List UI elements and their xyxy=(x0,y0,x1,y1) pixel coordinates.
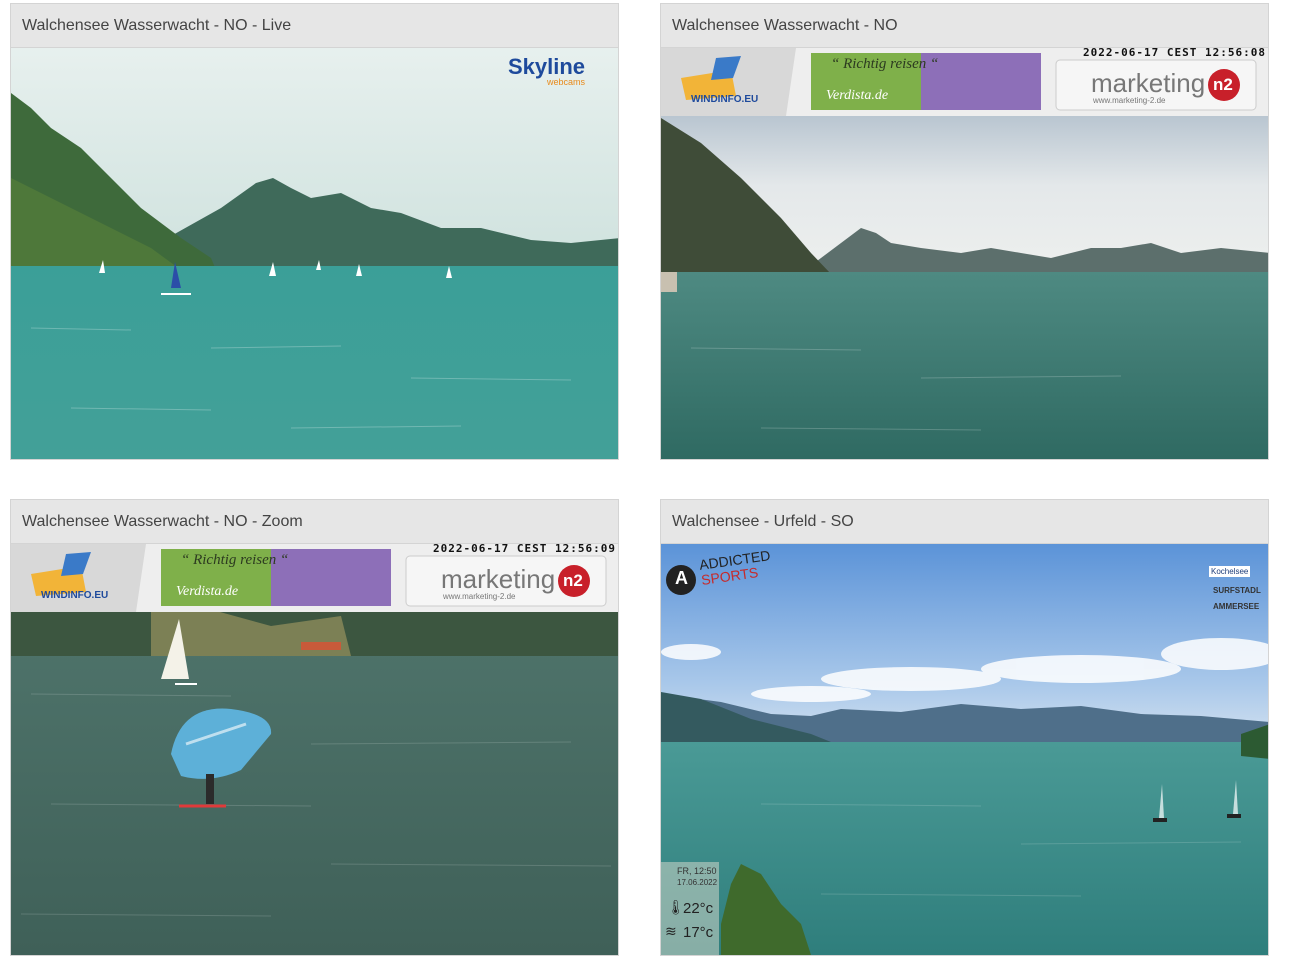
webcam-title[interactable]: Walchensee - Urfeld - SO xyxy=(661,500,1268,544)
timestamp: 2022-06-17 CEST 12:56:08 xyxy=(1083,48,1266,59)
webcam-card-4[interactable]: Walchensee - Urfeld - SO A ADDICTED SPOR… xyxy=(660,499,1269,956)
ad-line-2: Verdista.de xyxy=(826,88,889,103)
webcam-image-no[interactable]: 2022-06-17 CEST 12:56:08 WINDINFO.EU “ R… xyxy=(661,48,1268,459)
air-temp: 22°c xyxy=(683,900,714,917)
surfstadl-logo-line2: AMMERSEE xyxy=(1213,602,1260,611)
webcam-card-1[interactable]: Walchensee Wasserwacht - NO - Live Skyli… xyxy=(10,3,619,460)
date: 17.06.2022 xyxy=(677,878,718,887)
webcam-image-live[interactable]: Skyline webcams xyxy=(11,48,618,459)
kochelsee-logo: Kochelsee xyxy=(1209,566,1251,577)
skyline-logo: Skyline webcams xyxy=(508,56,585,87)
marketing-badge: n2 xyxy=(563,571,583,590)
webcam-title[interactable]: Walchensee Wasserwacht - NO - Live xyxy=(11,4,618,48)
marketing-url: www.marketing-2.de xyxy=(1093,96,1166,105)
water-waves-icon: ≋ xyxy=(665,924,677,940)
skyline-brand: Skyline xyxy=(508,54,586,79)
windinfo-logo: WINDINFO.EU xyxy=(41,590,109,601)
ad-line-2: Verdista.de xyxy=(176,584,239,599)
skyline-sub: webcams xyxy=(547,77,586,87)
addicted-logo-letter: A xyxy=(675,568,688,588)
timestamp: 2022-06-17 CEST 12:56:09 xyxy=(433,544,616,555)
day-time: FR, 12:50 xyxy=(677,866,717,876)
marketing-logo: marketing xyxy=(1091,68,1206,98)
marketing-logo: marketing xyxy=(441,564,556,594)
windinfo-logo: WINDINFO.EU xyxy=(691,94,759,105)
webcam-image-urfeld[interactable]: A ADDICTED SPORTS Kochelsee SURFSTADL AM… xyxy=(661,544,1268,955)
webcam-title[interactable]: Walchensee Wasserwacht - NO xyxy=(661,4,1268,48)
marketing-badge: n2 xyxy=(1213,75,1233,94)
surfstadl-logo-line1: SURFSTADL xyxy=(1213,586,1261,595)
ad-line-1: “ Richtig reisen “ xyxy=(831,56,939,72)
marketing-url: www.marketing-2.de xyxy=(443,592,516,601)
webcam-image-zoom[interactable]: 2022-06-17 CEST 12:56:09 WINDINFO.EU “ R… xyxy=(11,544,618,955)
webcam-card-2[interactable]: Walchensee Wasserwacht - NO 2022-06-17 C… xyxy=(660,3,1269,460)
webcam-title[interactable]: Walchensee Wasserwacht - NO - Zoom xyxy=(11,500,618,544)
ad-line-1: “ Richtig reisen “ xyxy=(181,552,289,568)
water-temp: 17°c xyxy=(683,924,714,941)
webcam-card-3[interactable]: Walchensee Wasserwacht - NO - Zoom 2022-… xyxy=(10,499,619,956)
